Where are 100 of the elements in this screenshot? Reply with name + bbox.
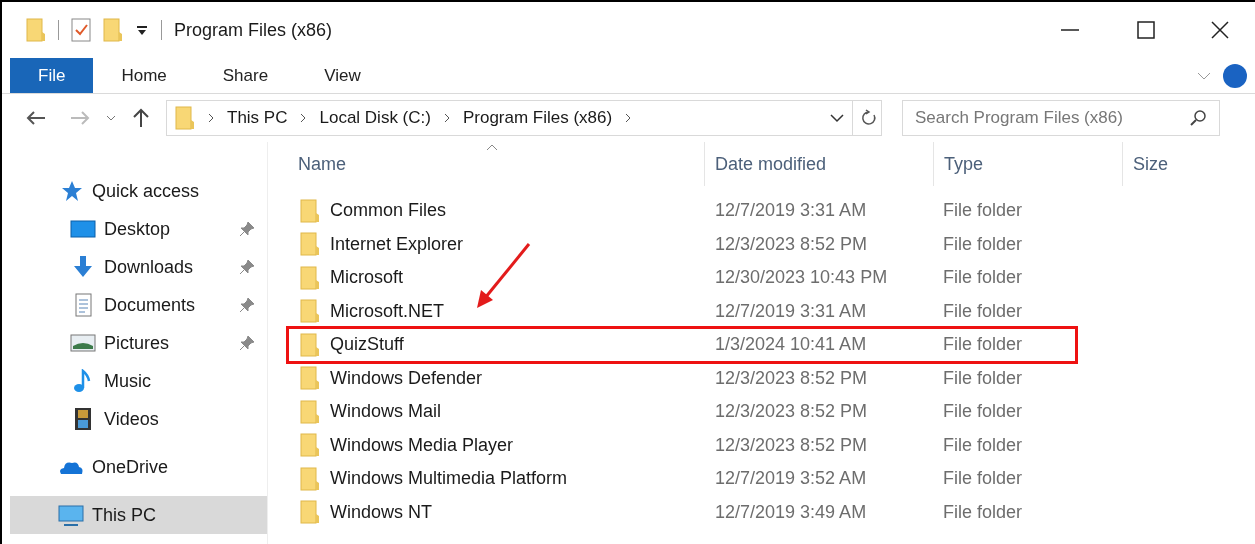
window-title: Program Files (x86) <box>174 18 333 42</box>
file-name: Windows Defender <box>330 366 483 390</box>
chevron-right-icon <box>442 113 451 123</box>
nav-label: Pictures <box>104 331 171 355</box>
type-cell-text: File folder <box>942 500 1024 524</box>
close-icon[interactable] <box>1211 21 1229 39</box>
column-header[interactable]: Name <box>268 142 704 186</box>
nav-label: Downloads <box>104 255 195 279</box>
file-row[interactable]: Microsoft.NET 12/7/2019 3:31 AM File folder <box>268 294 1255 328</box>
date-cell-text: 12/3/2023 8:52 PM <box>714 366 869 390</box>
search-input[interactable]: Search Program Files (x86) <box>915 105 1189 131</box>
date-cell-text: 12/7/2019 3:31 AM <box>714 199 868 223</box>
chevron-down-icon[interactable] <box>830 113 844 123</box>
type-cell-text: File folder <box>942 266 1024 290</box>
folder-icon <box>300 332 320 357</box>
pin-icon <box>239 259 255 275</box>
folder-icon <box>300 232 320 257</box>
dropdown-icon[interactable] <box>135 23 149 37</box>
folder-icon <box>300 433 320 458</box>
type-cell-text: File folder <box>942 299 1024 323</box>
ribbon-tab[interactable]: Home <box>93 58 195 93</box>
nav-item[interactable]: Documents <box>10 286 267 324</box>
column-header[interactable]: Type <box>933 142 1122 186</box>
type-cell-text: File folder <box>942 433 1024 457</box>
file-name: Windows Multimedia Platform <box>330 467 568 491</box>
type-cell-text: File folder <box>942 199 1024 223</box>
nav-item[interactable]: Music <box>10 362 267 400</box>
monitor-icon <box>70 217 96 241</box>
chevron-right-icon <box>207 113 215 123</box>
address-bar[interactable]: This PC Local Disk (C:) Program Files (x86) <box>166 100 882 136</box>
file-row[interactable]: Internet Explorer 12/3/2023 8:52 PM File folder <box>268 227 1255 261</box>
folder-icon <box>26 18 46 42</box>
file-name: Common Files <box>330 199 447 223</box>
folder-icon <box>300 466 320 491</box>
date-cell-text: 12/7/2019 3:31 AM <box>714 299 868 323</box>
nav-item[interactable]: Pictures <box>10 324 267 362</box>
column-header[interactable]: Date modified <box>704 142 933 186</box>
up-arrow-icon[interactable] <box>132 108 150 128</box>
date-cell-text: 12/3/2023 8:52 PM <box>714 433 869 457</box>
refresh-icon[interactable] <box>861 109 877 127</box>
file-row[interactable]: Common Files 12/7/2019 3:31 AM File folder <box>268 194 1255 228</box>
chevron-right-icon <box>624 113 633 123</box>
breadcrumb[interactable]: Program Files (x86) <box>462 105 613 131</box>
computer-icon <box>58 503 84 527</box>
file-row[interactable]: Windows NT 12/7/2019 3:49 AM File folder <box>268 495 1255 529</box>
file-row[interactable]: Windows Multimedia Platform 12/7/2019 3:52 AM File folder <box>268 462 1255 496</box>
maximize-icon[interactable] <box>1137 21 1155 39</box>
nav-label: OneDrive <box>92 455 170 479</box>
date-cell-text: 12/3/2023 8:52 PM <box>714 400 869 424</box>
date-cell-text: 1/3/2024 10:41 AM <box>714 333 868 357</box>
search-icon[interactable] <box>1189 109 1207 127</box>
type-cell-text: File folder <box>942 333 1024 357</box>
nav-item[interactable]: Downloads <box>10 248 267 286</box>
nav-label: Desktop <box>104 217 172 241</box>
ribbon-tab[interactable]: Share <box>194 58 297 93</box>
breadcrumb[interactable]: Local Disk (C:) <box>319 105 431 131</box>
nav-label: Quick access <box>92 179 201 203</box>
file-name: Microsoft.NET <box>330 299 444 323</box>
back-arrow-icon[interactable] <box>26 110 46 126</box>
date-cell-text: 12/3/2023 8:52 PM <box>714 232 869 256</box>
breadcrumb[interactable]: This PC <box>227 105 288 131</box>
nav-item[interactable]: Quick access <box>10 172 267 210</box>
file-name: Microsoft <box>330 266 403 290</box>
nav-item[interactable]: Videos <box>10 400 267 438</box>
date-cell-text: 12/7/2019 3:52 AM <box>714 467 868 491</box>
file-name: Windows Media Player <box>330 433 514 457</box>
file-row[interactable]: Windows Media Player 12/3/2023 8:52 PM File folder <box>268 428 1255 462</box>
nav-item[interactable]: Desktop <box>10 210 267 248</box>
folder-icon <box>300 299 320 324</box>
file-row[interactable]: Windows Defender 12/3/2023 8:52 PM File folder <box>268 361 1255 395</box>
date-cell-text: 12/30/2023 10:43 PM <box>714 266 889 290</box>
folder-icon <box>300 399 320 424</box>
checklist-icon[interactable] <box>71 18 91 42</box>
chevron-right-icon <box>299 113 308 123</box>
search-field[interactable]: Search Program Files (x86) <box>902 100 1220 136</box>
file-name: QuizStuff <box>330 333 404 357</box>
column-header[interactable]: Size <box>1122 142 1222 186</box>
file-row[interactable]: QuizStuff 1/3/2024 10:41 AM File folder <box>268 328 1255 362</box>
file-row[interactable]: Microsoft 12/30/2023 10:43 PM File folder <box>268 261 1255 295</box>
folder-icon <box>300 366 320 391</box>
nav-label: Videos <box>104 407 160 431</box>
date-cell-text: 12/7/2019 3:49 AM <box>714 500 868 524</box>
file-row[interactable]: Windows Mail 12/3/2023 8:52 PM File folder <box>268 395 1255 429</box>
pin-icon <box>239 335 255 351</box>
nav-label: Documents <box>104 293 197 317</box>
folder-icon <box>300 500 320 525</box>
folder-icon <box>300 265 320 290</box>
sort-caret-icon <box>486 144 498 151</box>
ribbon-tab[interactable]: View <box>296 58 389 93</box>
type-cell-text: File folder <box>942 467 1024 491</box>
folder-icon <box>103 18 123 42</box>
type-cell-text: File folder <box>942 232 1024 256</box>
folder-icon <box>175 106 195 130</box>
ribbon-tab[interactable]: File <box>10 58 94 93</box>
nav-item[interactable]: OneDrive <box>10 448 267 486</box>
file-name: Windows NT <box>330 500 432 524</box>
type-cell-text: File folder <box>942 366 1024 390</box>
file-name: Windows Mail <box>330 400 442 424</box>
file-name: Internet Explorer <box>330 232 464 256</box>
nav-item[interactable]: This PC <box>10 496 267 534</box>
